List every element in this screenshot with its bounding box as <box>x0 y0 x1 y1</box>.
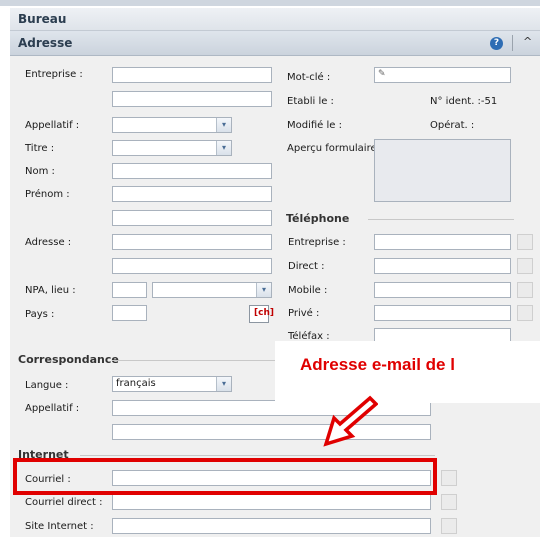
prenom-label: Prénom : <box>25 189 70 200</box>
adresse-panel-header[interactable]: Adresse ? ^ <box>10 31 540 56</box>
no-ident-value: N° ident. :-51 <box>430 96 498 107</box>
telephone-divider <box>368 219 514 220</box>
pencil-icon: ✎ <box>378 69 386 79</box>
titre-select[interactable]: ▾ <box>112 140 232 156</box>
nom-input[interactable] <box>112 163 272 179</box>
mobile-input[interactable] <box>374 282 511 298</box>
appellatif-label: Appellatif : <box>25 120 80 131</box>
site-internet-label: Site Internet : <box>25 521 94 532</box>
adresse-line-3-input[interactable] <box>112 258 272 274</box>
lieu-select[interactable]: ▾ <box>152 282 272 298</box>
correspondance-divider <box>112 360 282 361</box>
site-internet-action[interactable] <box>441 518 457 534</box>
chevron-down-icon[interactable]: ▾ <box>216 118 231 132</box>
annotation-text: Adresse e-mail de l <box>300 355 455 374</box>
panel-title: Adresse <box>18 36 73 50</box>
tel-entreprise-label: Entreprise : <box>288 237 346 248</box>
chevron-down-icon[interactable]: ▾ <box>216 141 231 155</box>
collapse-icon[interactable]: ^ <box>523 35 532 48</box>
langue-select[interactable]: français ▾ <box>112 376 232 392</box>
chevron-down-icon[interactable]: ▾ <box>216 377 231 391</box>
site-internet-input[interactable] <box>112 518 431 534</box>
npa-input[interactable] <box>112 282 147 298</box>
direct-action[interactable] <box>517 258 533 274</box>
titre-label: Titre : <box>25 143 55 154</box>
entreprise-label: Entreprise : <box>25 69 83 80</box>
country-flag-button[interactable]: [ch] <box>249 305 274 323</box>
pays-input[interactable] <box>112 305 147 321</box>
courriel-direct-input[interactable] <box>112 494 431 510</box>
top-strip <box>0 0 540 6</box>
internet-divider <box>80 455 435 456</box>
bureau-header: Bureau <box>10 8 540 31</box>
etabli-le-label: Etabli le : <box>287 96 334 107</box>
courriel-direct-label: Courriel direct : <box>25 497 103 508</box>
direct-input[interactable] <box>374 258 511 274</box>
npa-lieu-label: NPA, lieu : <box>25 285 76 296</box>
bureau-title: Bureau <box>18 12 67 26</box>
courriel-direct-action[interactable] <box>441 494 457 510</box>
telephone-section-title: Téléphone <box>286 212 350 225</box>
tel-entreprise-action[interactable] <box>517 234 533 250</box>
apercu-formulaire-label: Aperçu formulaire <box>287 143 377 154</box>
adresse-input[interactable] <box>112 234 272 250</box>
operat-label: Opérat. : <box>430 120 475 131</box>
langue-label: Langue : <box>25 380 69 391</box>
correspondance-section-title: Correspondance <box>18 353 119 366</box>
help-icon[interactable]: ? <box>490 37 503 50</box>
adresse-line-1-input[interactable] <box>112 210 272 226</box>
flag-icon: [ch] <box>254 308 274 318</box>
mobile-action[interactable] <box>517 282 533 298</box>
tel-entreprise-input[interactable] <box>374 234 511 250</box>
nom-label: Nom : <box>25 166 55 177</box>
apercu-formulaire-box[interactable] <box>374 139 511 202</box>
courriel-action[interactable] <box>441 470 457 486</box>
adresse-label: Adresse : <box>25 237 72 248</box>
langue-value: français <box>116 378 156 389</box>
modifie-le-label: Modifié le : <box>287 120 342 131</box>
courriel-highlight-box <box>13 458 437 495</box>
mot-cle-input[interactable]: ✎ <box>374 67 511 83</box>
annotation-callout: Adresse e-mail de l <box>275 341 540 403</box>
header-divider <box>512 35 513 51</box>
chevron-down-icon[interactable]: ▾ <box>256 283 271 297</box>
mot-cle-label: Mot-clé : <box>287 72 331 83</box>
appellatif-select[interactable]: ▾ <box>112 117 232 133</box>
corr-appellatif-label: Appellatif : <box>25 403 80 414</box>
entreprise-input[interactable] <box>112 67 272 83</box>
prive-action[interactable] <box>517 305 533 321</box>
direct-label: Direct : <box>288 261 325 272</box>
prive-input[interactable] <box>374 305 511 321</box>
entreprise-input-2[interactable] <box>112 91 272 107</box>
prive-label: Privé : <box>288 308 320 319</box>
arrow-shape <box>323 395 378 447</box>
mobile-label: Mobile : <box>288 285 328 296</box>
annotation-arrow <box>323 395 378 447</box>
corr-appellatif-input-2[interactable] <box>112 424 431 440</box>
pays-label: Pays : <box>25 309 55 320</box>
prenom-input[interactable] <box>112 186 272 202</box>
